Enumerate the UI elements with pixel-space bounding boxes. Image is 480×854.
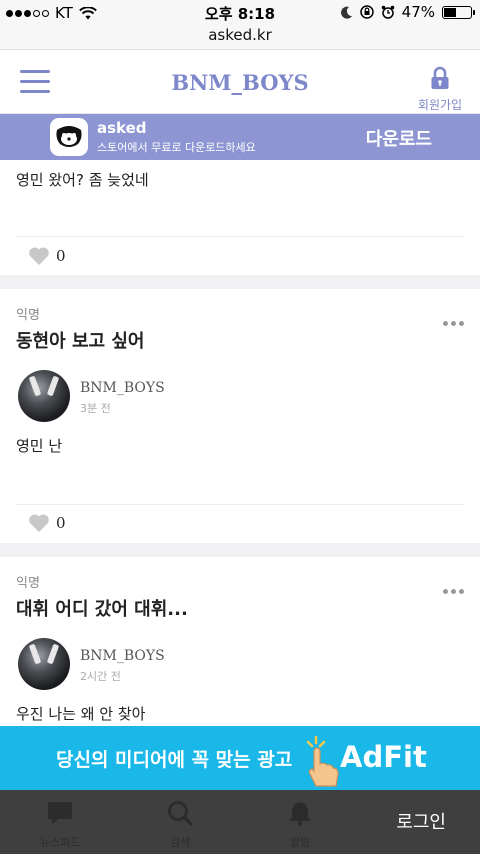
question-title[interactable]: 대휘 어디 갔어 대휘... (16, 595, 188, 621)
battery-icon (442, 5, 475, 19)
lock-icon (431, 66, 449, 89)
status-right: 47% (340, 3, 475, 21)
anonymous-label: 익명 (16, 308, 40, 323)
answer-text: 우진 나는 왜 안 찾아 (16, 705, 146, 723)
like-button[interactable]: 0 (28, 513, 66, 533)
ad-text: 당신의 미디어에 꼭 맞는 광고 (56, 749, 293, 771)
chat-bubble-icon (48, 802, 72, 825)
signup-label: 회원가입 (417, 98, 463, 112)
post-card: 익명 동현아 보고 싶어 BNM_BOYS 3분 전 영민 난 0 (0, 289, 480, 543)
search-icon (168, 801, 193, 826)
page-title: BNM_BOYS (0, 70, 480, 95)
moon-icon (340, 6, 352, 19)
post-card: 영민 왔어? 좀 늦었네 0 (0, 160, 480, 275)
pointing-hand-icon (306, 735, 339, 787)
alarm-icon (381, 5, 394, 19)
page-title-link[interactable]: BNM_BOYS (171, 70, 308, 95)
question-title[interactable]: 동현아 보고 싶어 (16, 327, 144, 353)
app-download-banner: asked 스토어에서 무료로 다운로드하세요 다운로드 (0, 114, 480, 160)
more-options-icon[interactable] (439, 585, 468, 598)
answer-text: 영민 왔어? 좀 늦었네 (16, 171, 149, 189)
url-bar[interactable]: asked.kr (0, 26, 480, 50)
status-bar: KT 오후 8:18 47% (0, 0, 480, 26)
author-name[interactable]: BNM_BOYS (80, 648, 165, 664)
anonymous-label: 익명 (16, 576, 40, 591)
post-time: 3분 전 (80, 402, 111, 415)
author-name[interactable]: BNM_BOYS (80, 380, 165, 396)
avatar[interactable] (18, 638, 70, 690)
more-options-icon[interactable] (439, 317, 468, 330)
app-name: asked (97, 119, 147, 137)
ad-banner[interactable]: 당신의 미디어에 꼭 맞는 광고 AdFit (0, 726, 480, 790)
nav-label: 알림 (289, 836, 311, 849)
heart-icon (29, 247, 49, 265)
post-card: 익명 대휘 어디 갔어 대휘... BNM_BOYS 2시간 전 우진 나는 왜… (0, 557, 480, 726)
menu-icon[interactable] (20, 70, 50, 94)
like-count: 0 (56, 247, 66, 265)
answer-text: 영민 난 (16, 437, 63, 455)
nav-search[interactable]: 검색 (135, 800, 225, 850)
url-text: asked.kr (208, 26, 272, 44)
nav-label: 뉴스피드 (39, 836, 81, 849)
nav-label: 검색 (169, 836, 191, 849)
like-button[interactable]: 0 (28, 246, 66, 266)
ad-brand: AdFit (340, 740, 427, 774)
app-header: BNM_BOYS 회원가입 (0, 50, 480, 114)
login-button[interactable]: 로그인 (396, 808, 446, 834)
bell-icon (289, 802, 311, 826)
signup-button[interactable]: 회원가입 (414, 66, 466, 113)
rotation-lock-icon (359, 5, 374, 19)
avatar[interactable] (18, 370, 70, 422)
nav-notifications[interactable]: 알림 (255, 800, 345, 850)
nav-newsfeed[interactable]: 뉴스피드 (15, 800, 105, 850)
app-logo-icon (50, 118, 88, 156)
divider (16, 504, 464, 505)
post-time: 2시간 전 (80, 670, 121, 683)
divider (16, 236, 464, 237)
heart-icon (29, 514, 49, 532)
like-count: 0 (56, 514, 66, 532)
battery-percent: 47% (401, 3, 435, 21)
bottom-nav: 뉴스피드 검색 알림 로그인 (0, 790, 480, 854)
app-description: 스토어에서 무료로 다운로드하세요 (97, 141, 256, 154)
download-button[interactable]: 다운로드 (366, 125, 432, 151)
